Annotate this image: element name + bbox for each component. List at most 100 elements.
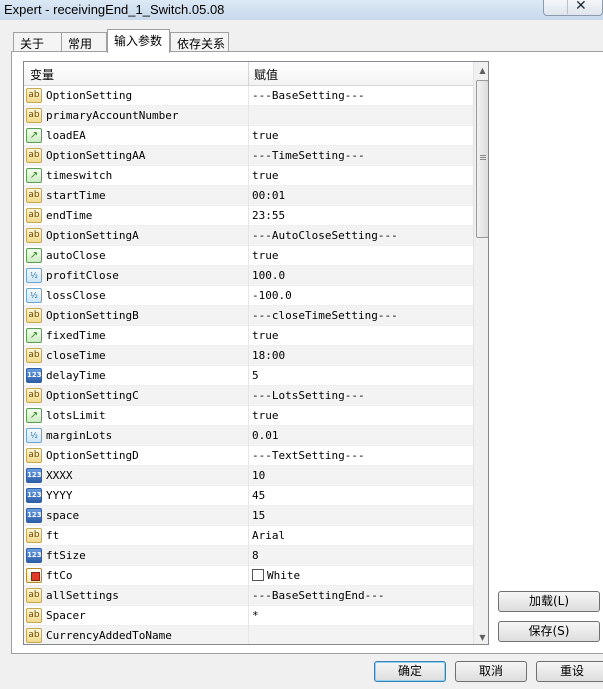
parameter-name: ftSize (46, 549, 86, 562)
table-row[interactable]: ½ marginLots 0.01 (24, 426, 473, 446)
parameter-value[interactable]: ---TimeSetting--- (252, 149, 365, 162)
parameter-value[interactable]: 23:55 (252, 209, 285, 222)
parameter-name: YYYY (46, 489, 73, 502)
scroll-thumb[interactable] (476, 80, 488, 238)
parameter-value[interactable]: true (252, 169, 279, 182)
table-row[interactable]: ½ lossClose -100.0 (24, 286, 473, 306)
column-header-variable[interactable]: 变量 (30, 66, 54, 83)
tab-dependencies[interactable]: 依存关系 (170, 32, 229, 52)
scroll-down-icon[interactable]: ▼ (474, 629, 488, 644)
parameter-value[interactable]: 15 (252, 509, 265, 522)
color-icon (26, 568, 42, 583)
parameter-value[interactable]: true (252, 329, 279, 342)
string-icon: ab (26, 88, 42, 103)
table-row[interactable]: 123 ftSize 8 (24, 546, 473, 566)
color-swatch[interactable] (252, 569, 264, 581)
table-row[interactable]: ab CurrencyAddedToName (24, 626, 473, 644)
parameter-name: timeswitch (46, 169, 113, 182)
table-row[interactable]: ab closeTime 18:00 (24, 346, 473, 366)
tab-common[interactable]: 常用 (61, 32, 107, 52)
parameter-value[interactable]: 5 (252, 369, 259, 382)
close-icon[interactable]: ✕ (575, 0, 587, 14)
string-icon: ab (26, 348, 42, 363)
parameter-value[interactable]: * (252, 609, 259, 622)
table-row[interactable]: ↗ lotsLimit true (24, 406, 473, 426)
close-button[interactable]: ✕ (543, 0, 603, 16)
parameter-value[interactable]: ---LotsSetting--- (252, 389, 365, 402)
parameter-value[interactable]: ---BaseSetting--- (252, 89, 365, 102)
table-row[interactable]: ab OptionSettingB ---closeTimeSetting--- (24, 306, 473, 326)
parameter-name: OptionSetting (46, 89, 133, 102)
reset-button[interactable]: 重设 (536, 661, 603, 682)
cell-divider (248, 526, 249, 546)
parameter-value[interactable]: 10 (252, 469, 265, 482)
table-row[interactable]: ab OptionSettingD ---TextSetting--- (24, 446, 473, 466)
cell-divider (248, 366, 249, 386)
parameter-value[interactable]: ---TextSetting--- (252, 449, 365, 462)
string-icon: ab (26, 188, 42, 203)
table-row[interactable]: 123 YYYY 45 (24, 486, 473, 506)
column-divider[interactable] (248, 62, 249, 86)
cell-divider (248, 426, 249, 446)
parameter-name: ftCo (46, 569, 73, 582)
ok-button[interactable]: 确定 (374, 661, 446, 682)
string-icon: ab (26, 388, 42, 403)
parameter-value[interactable]: ---closeTimeSetting--- (252, 309, 398, 322)
table-row[interactable]: 123 XXXX 10 (24, 466, 473, 486)
parameter-value[interactable]: -100.0 (252, 289, 292, 302)
grid-rows: ab OptionSetting ---BaseSetting--- ab primar… (24, 86, 473, 644)
parameter-value[interactable]: true (252, 129, 279, 142)
table-row[interactable]: ab primaryAccountNumber (24, 106, 473, 126)
table-row[interactable]: 123 space 15 (24, 506, 473, 526)
parameter-value[interactable]: White (252, 569, 300, 582)
tab-about[interactable]: 关于 (13, 32, 62, 52)
vertical-scrollbar[interactable]: ▲ ▼ (473, 62, 488, 644)
parameter-value[interactable]: ---AutoCloseSetting--- (252, 229, 398, 242)
parameter-value[interactable]: true (252, 409, 279, 422)
parameter-value[interactable]: 8 (252, 549, 259, 562)
cell-divider (248, 446, 249, 466)
table-row[interactable]: ab OptionSettingC ---LotsSetting--- (24, 386, 473, 406)
parameters-grid[interactable]: 变量 赋值 ab OptionSetting ---BaseSetting--- ab… (23, 61, 489, 645)
table-row[interactable]: ab OptionSettingAA ---TimeSetting--- (24, 146, 473, 166)
cell-divider (248, 266, 249, 286)
table-row[interactable]: ab Spacer * (24, 606, 473, 626)
parameter-value[interactable]: 00:01 (252, 189, 285, 202)
table-row[interactable]: ↗ timeswitch true (24, 166, 473, 186)
string-icon: ab (26, 308, 42, 323)
cell-divider (248, 86, 249, 106)
string-icon: ab (26, 108, 42, 123)
table-row[interactable]: ab startTime 00:01 (24, 186, 473, 206)
parameter-name: lossClose (46, 289, 106, 302)
table-row[interactable]: ftCo White (24, 566, 473, 586)
table-row[interactable]: ↗ loadEA true (24, 126, 473, 146)
column-header-value[interactable]: 赋值 (254, 66, 278, 83)
double-icon: ½ (26, 268, 42, 283)
parameter-value[interactable]: Arial (252, 529, 285, 542)
parameter-name: startTime (46, 189, 106, 202)
parameter-name: ft (46, 529, 60, 542)
table-row[interactable]: 123 delayTime 5 (24, 366, 473, 386)
color-value-text: White (267, 569, 301, 582)
table-row[interactable]: ab OptionSettingA ---AutoCloseSetting--- (24, 226, 473, 246)
table-row[interactable]: ab allSettings ---BaseSettingEnd--- (24, 586, 473, 606)
parameter-value[interactable]: true (252, 249, 279, 262)
parameter-value[interactable]: ---BaseSettingEnd--- (252, 589, 384, 602)
parameter-value[interactable]: 45 (252, 489, 265, 502)
save-button[interactable]: 保存(S) (498, 621, 600, 642)
parameter-value[interactable]: 100.0 (252, 269, 285, 282)
load-button[interactable]: 加载(L) (498, 591, 600, 612)
cancel-button[interactable]: 取消 (455, 661, 527, 682)
table-row[interactable]: ab endTime 23:55 (24, 206, 473, 226)
table-row[interactable]: ab OptionSetting ---BaseSetting--- (24, 86, 473, 106)
parameter-value[interactable]: 0.01 (252, 429, 279, 442)
parameter-value[interactable]: 18:00 (252, 349, 285, 362)
tab-inputs[interactable]: 输入参数 (107, 29, 170, 53)
scroll-up-icon[interactable]: ▲ (474, 62, 488, 79)
table-row[interactable]: ½ profitClose 100.0 (24, 266, 473, 286)
table-row[interactable]: ab ft Arial (24, 526, 473, 546)
table-row[interactable]: ↗ autoClose true (24, 246, 473, 266)
int-icon: 123 (26, 468, 42, 483)
window-title: Expert - receivingEnd_1_Switch.05.08 (4, 2, 225, 17)
table-row[interactable]: ↗ fixedTime true (24, 326, 473, 346)
